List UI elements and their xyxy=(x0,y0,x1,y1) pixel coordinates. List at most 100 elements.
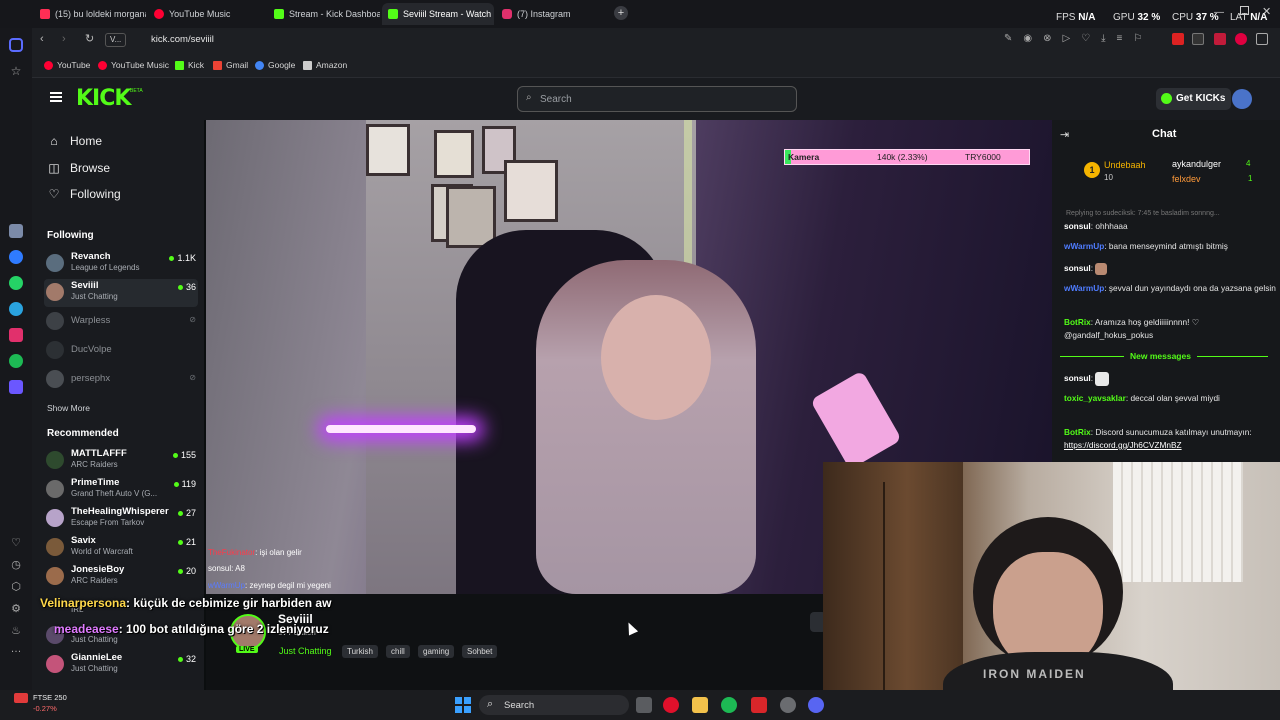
following-channel-selected[interactable]: Seviiil Just Chatting 36 xyxy=(44,279,198,307)
bookmark-kick[interactable]: Kick xyxy=(175,60,204,70)
aria-icon[interactable] xyxy=(9,224,23,238)
bookmark-gmail[interactable]: Gmail xyxy=(213,60,248,70)
spotify-icon[interactable] xyxy=(9,354,23,368)
maximize-icon[interactable] xyxy=(1240,6,1249,15)
show-more-link[interactable]: Show More xyxy=(47,403,90,413)
discord-link[interactable]: https://discord.gg/Jh6CVZMnBZ xyxy=(1064,440,1182,450)
browser-tab[interactable]: (7) Instagram xyxy=(496,3,608,25)
chat-username[interactable]: sonsul xyxy=(1064,263,1091,273)
search-icon: ⌕ xyxy=(526,92,532,103)
menu-icon[interactable] xyxy=(50,92,62,102)
opera-icon[interactable] xyxy=(663,697,679,713)
gpu-readout: GPU 32 % xyxy=(1113,12,1160,23)
nav-home[interactable]: ⌂ Home xyxy=(48,134,102,148)
star-icon[interactable]: ☆ xyxy=(9,64,23,78)
search-input[interactable]: Search xyxy=(540,94,572,105)
heart-icon[interactable]: ♡ xyxy=(9,536,23,550)
overlay-chat-line: sonsul: A8 xyxy=(208,564,245,573)
bookmark-google[interactable]: Google xyxy=(255,60,295,70)
user-avatar[interactable] xyxy=(1232,89,1252,109)
chat-username[interactable]: wWarmUp xyxy=(1064,283,1104,293)
stream-tag[interactable]: chill xyxy=(386,645,410,658)
bookmark-label: Google xyxy=(268,60,296,70)
bookmark-youtube-music[interactable]: YouTube Music xyxy=(98,60,169,70)
live-badge: LIVE xyxy=(236,646,258,653)
youtube-music-icon xyxy=(98,60,107,70)
following-channel[interactable]: Revanch League of Legends 1.1K xyxy=(44,250,198,278)
get-kicks-button[interactable]: Get KICKs xyxy=(1156,88,1232,110)
url-input[interactable]: kick.com/seviiil xyxy=(151,34,214,45)
stream-tag[interactable]: gaming xyxy=(418,645,455,658)
chat-username[interactable]: BotRix xyxy=(1064,317,1091,327)
browser-tab[interactable]: YouTube Music xyxy=(148,3,260,25)
discord-icon[interactable] xyxy=(808,697,824,713)
stream-tag[interactable]: Turkish xyxy=(342,645,378,658)
stream-category[interactable]: Just Chatting xyxy=(279,646,332,656)
history-icon[interactable]: ◷ xyxy=(9,558,23,572)
extension-icon[interactable] xyxy=(1214,33,1226,45)
browser-tab[interactable]: (15) bu loldeki morganay xyxy=(34,3,146,25)
following-channel-offline[interactable]: Warpless ⊘ xyxy=(44,308,198,336)
chat-username[interactable]: sonsul xyxy=(1064,221,1091,231)
bookmark-amazon[interactable]: Amazon xyxy=(303,60,347,70)
collapse-chat-icon[interactable]: ⇥ xyxy=(1060,128,1069,141)
task-view-icon[interactable] xyxy=(636,697,652,713)
gifter-name[interactable]: felxdev xyxy=(1172,174,1201,184)
recommended-channel[interactable]: GiannieLee Just Chatting 32 xyxy=(44,651,198,679)
gifter-name[interactable]: aykandulger xyxy=(1172,159,1221,169)
chat-username[interactable]: sonsul xyxy=(1064,373,1091,383)
nav-label: Browse xyxy=(70,161,111,175)
gifter-name[interactable]: Undebaah xyxy=(1104,160,1146,170)
chat-username[interactable]: toxic_yavsaklar xyxy=(1064,393,1126,403)
steam-icon[interactable] xyxy=(780,697,796,713)
extensions-puzzle-icon[interactable] xyxy=(1256,33,1268,45)
instagram-icon[interactable] xyxy=(9,328,23,342)
telegram-icon[interactable] xyxy=(9,302,23,316)
cube-icon[interactable]: ⬡ xyxy=(9,580,23,594)
profile-icon[interactable] xyxy=(1235,33,1247,45)
kick-logo[interactable]: KICK xyxy=(76,86,131,111)
stream-tag[interactable]: Sohbet xyxy=(462,645,498,658)
spotify-icon[interactable] xyxy=(721,697,737,713)
messenger-icon[interactable] xyxy=(9,250,23,264)
chat-username[interactable]: wWarmUp xyxy=(1064,241,1104,251)
bulb-icon[interactable]: ♨ xyxy=(9,624,23,638)
site-info-chip[interactable]: V... xyxy=(105,33,127,47)
following-channel-offline[interactable]: DucVolpe xyxy=(44,337,198,365)
ticker-name[interactable]: FTSE 250 xyxy=(33,693,67,702)
extension-icon[interactable] xyxy=(1172,33,1184,45)
chat-username[interactable]: BotRix xyxy=(1064,427,1091,437)
bookmark-youtube[interactable]: YouTube xyxy=(44,60,90,70)
back-icon[interactable]: ‹ xyxy=(40,33,44,45)
home-icon[interactable] xyxy=(9,38,23,52)
address-action-icons[interactable]: ✎◉⊗▷♡⤓≡⚐ xyxy=(1004,33,1153,44)
taskbar-search[interactable]: ⌕ Search xyxy=(479,695,629,715)
app-icon[interactable] xyxy=(751,697,767,713)
nav-browse[interactable]: ◫ Browse xyxy=(48,161,110,175)
recommended-channel[interactable]: PrimeTime Grand Theft Auto V (G... 119 xyxy=(44,476,198,504)
channel-name: JonesieBoy xyxy=(71,564,125,575)
extension-icon[interactable] xyxy=(1192,33,1204,45)
nav-following[interactable]: ♡ Following xyxy=(48,187,121,201)
amazon-icon xyxy=(303,60,312,70)
windows-start-icon[interactable] xyxy=(455,697,471,713)
recommended-channel[interactable]: MATTLAFFF ARC Raiders 155 xyxy=(44,447,198,475)
file-explorer-icon[interactable] xyxy=(692,697,708,713)
settings-icon[interactable]: ⚙ xyxy=(9,602,23,616)
recommended-channel[interactable]: TheHealingWhisperer Escape From Tarkov 2… xyxy=(44,505,198,533)
close-window-icon[interactable]: ✕ xyxy=(1262,5,1271,18)
search-box[interactable]: ⌕ Search xyxy=(517,86,797,112)
window-blinds xyxy=(1113,462,1243,582)
forward-icon[interactable]: › xyxy=(62,33,66,45)
reload-icon[interactable]: ↻ xyxy=(85,32,94,45)
recommended-channel[interactable]: Savix World of Warcraft 21 xyxy=(44,534,198,562)
minimize-icon[interactable]: — xyxy=(1214,7,1224,18)
player-icon[interactable] xyxy=(9,380,23,394)
browser-tab-active[interactable]: Seviiil Stream - Watch Live xyxy=(382,3,494,25)
recommended-channel[interactable]: JonesieBoy ARC Raiders 20 xyxy=(44,563,198,591)
more-icon[interactable]: … xyxy=(9,642,23,656)
whatsapp-icon[interactable] xyxy=(9,276,23,290)
following-channel-offline[interactable]: persephx ⊘ xyxy=(44,366,198,394)
browser-tab[interactable]: Stream - Kick Dashboard xyxy=(268,3,380,25)
new-tab-button[interactable]: + xyxy=(614,6,628,20)
